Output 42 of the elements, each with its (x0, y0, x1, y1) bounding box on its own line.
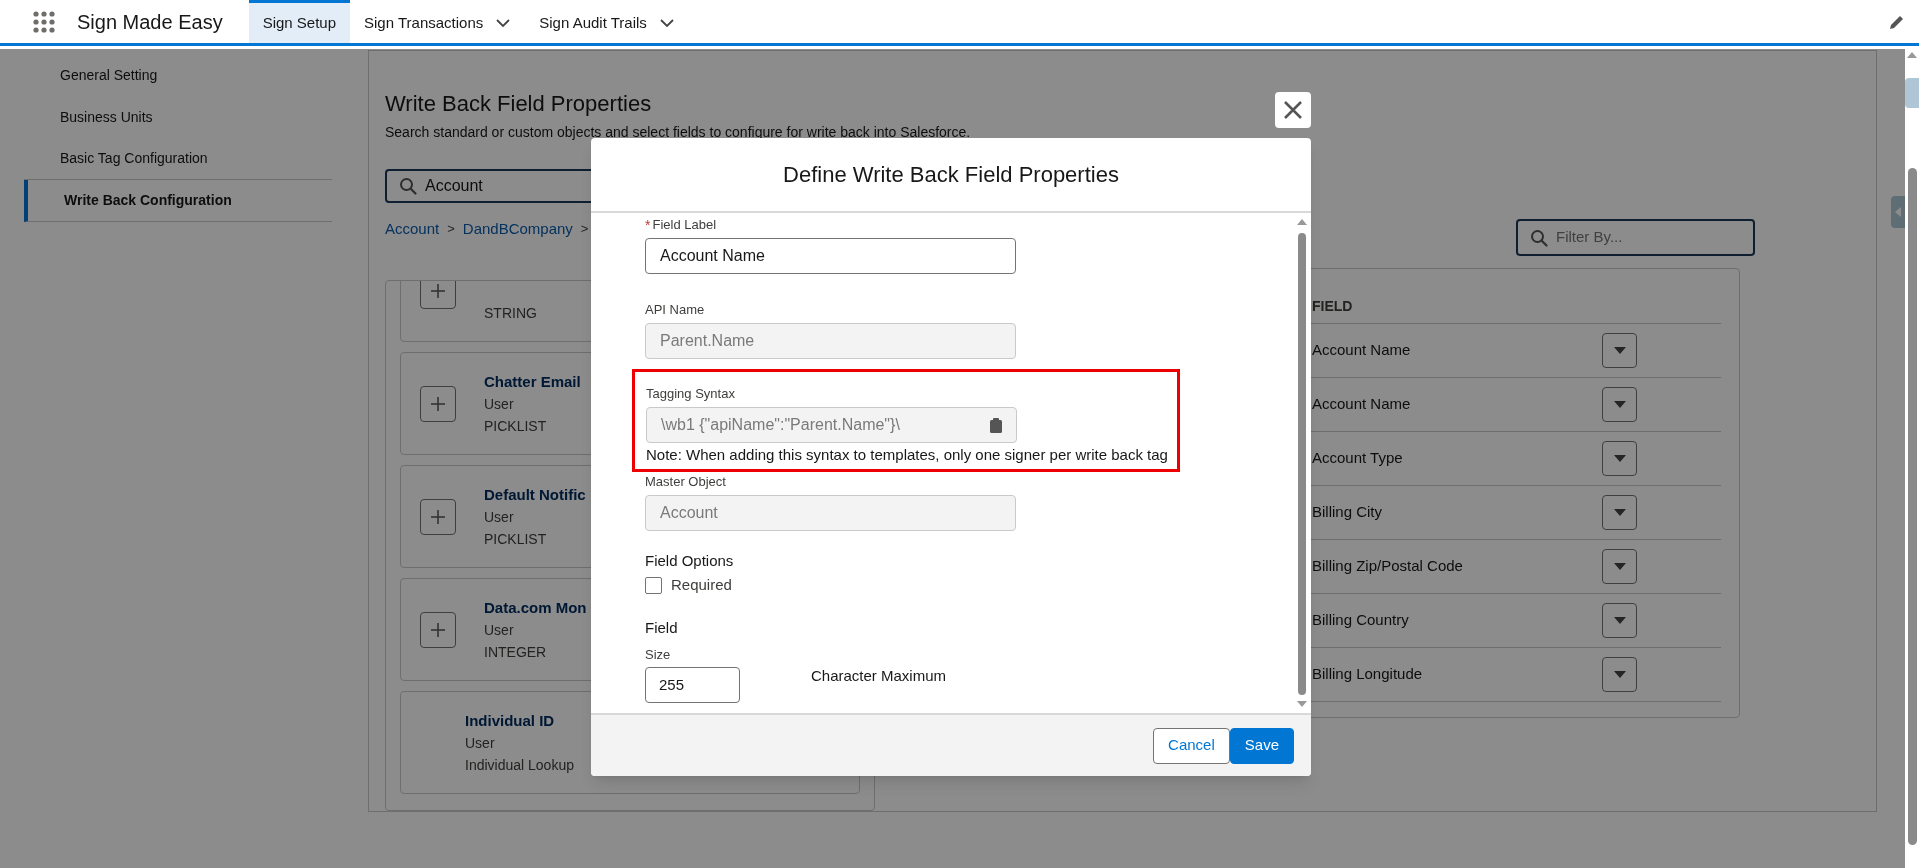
field-object: User (484, 394, 515, 414)
size-label: Size (645, 646, 671, 663)
readonly-field: Account (645, 495, 1016, 531)
checkbox-label: Required (671, 575, 732, 595)
table-cell-text: Billing Country (1312, 610, 1410, 631)
field-label: Field Label (652, 216, 717, 235)
field-name: Data.com Mon (484, 597, 587, 618)
table-cell-text: Account Name (1312, 394, 1412, 415)
required-asterisk: * (645, 215, 651, 235)
breadcrumb-separator: > (447, 220, 455, 239)
search-value: Account (425, 176, 483, 196)
app-name: Sign Made Easy (77, 9, 223, 35)
tagging-syntax-value: \wb1 {"apiName":"Parent.Name"}\ (661, 415, 900, 435)
table-cell-text: Account Type (1312, 448, 1404, 469)
field-object: User (465, 733, 496, 753)
note-text: Note: When adding this syntax to templates, only one signer per write back tag (646, 446, 1169, 464)
table-cell-text: Billing City (1312, 502, 1384, 523)
table-cell-text: Billing Longitude (1312, 664, 1424, 685)
field-label: Master Object (645, 473, 726, 492)
field-name: Individual ID (465, 710, 556, 731)
field-type: PICKLIST (484, 416, 548, 436)
field-label: API Name (645, 301, 705, 320)
field-type: INTEGER (484, 642, 548, 662)
field-name: Chatter Email (484, 371, 581, 392)
field-label: Tagging Syntax (646, 385, 735, 404)
field-object: User (484, 507, 515, 527)
page-title: Write Back Field Properties (385, 90, 652, 118)
filter-placeholder: Filter By... (1556, 227, 1623, 248)
field-name: Default Notific (484, 484, 586, 505)
field-object: User (484, 620, 515, 640)
dialog-title: Define Write Back Field Properties (783, 161, 1119, 189)
breadcrumb-separator: > (580, 220, 589, 239)
page-subtitle: Search standard or custom objects and select fields to configure for write back into Salesforce. (385, 123, 971, 142)
field-type: PICKLIST (484, 529, 548, 549)
field-type: Individual Lookup (465, 755, 574, 775)
table-cell-text: Account Name (1312, 340, 1412, 361)
readonly-field: Parent.Name (645, 323, 1016, 359)
table-cell-text: Billing Zip/Postal Code (1312, 556, 1464, 577)
size-heading: Field (645, 618, 678, 637)
field-type: STRING (484, 303, 537, 323)
field-options-heading: Field Options (645, 552, 734, 570)
size-unit: Character Maximum (811, 666, 947, 685)
